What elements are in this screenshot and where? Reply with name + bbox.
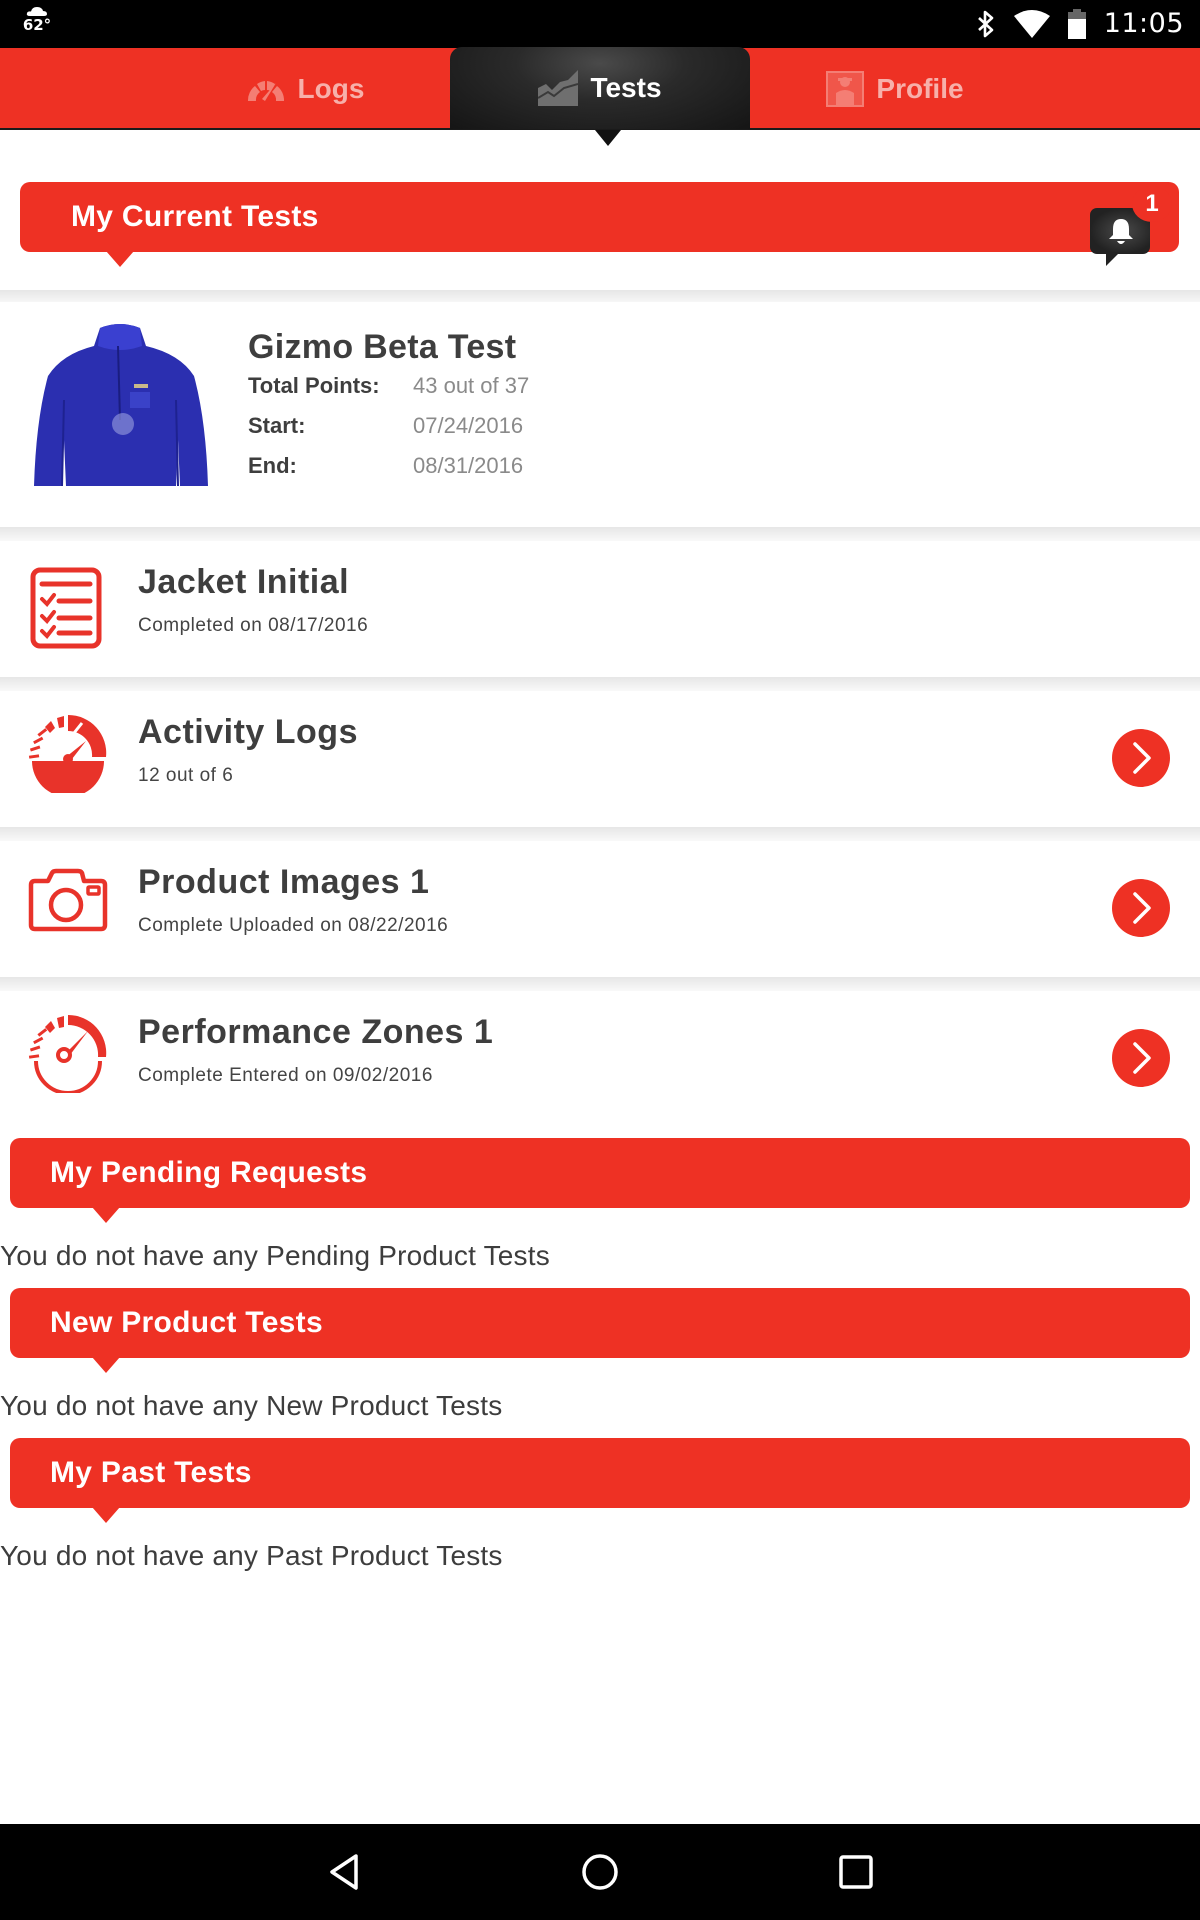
task-subtitle: Completed on 08/17/2016: [138, 615, 369, 636]
performance-zones-open-button[interactable]: [1112, 1029, 1170, 1087]
product-image-jacket: [34, 324, 208, 487]
section-title: My Past Tests: [50, 1456, 252, 1489]
tab-label: Tests: [590, 72, 662, 103]
task-title: Product Images 1: [138, 863, 430, 901]
header-pointer: [92, 1507, 120, 1523]
tab-tests[interactable]: Tests: [450, 47, 750, 129]
speedometer-filled-icon: [28, 714, 107, 793]
end-label: End:: [248, 453, 297, 478]
card-divider: [0, 827, 1200, 841]
start-value: 07/24/2016: [413, 413, 524, 438]
task-row-performance-zones[interactable]: Performance Zones 1 Complete Entered on …: [0, 991, 1200, 1127]
status-bar: 62° 11:05: [0, 0, 1200, 48]
task-title: Jacket Initial: [138, 563, 350, 601]
start-label: Start:: [248, 413, 306, 438]
task-subtitle: 12 out of 6: [138, 765, 234, 786]
total-points-label: Total Points:: [248, 373, 380, 398]
task-row-jacket-initial[interactable]: Jacket Initial Completed on 08/17/2016: [0, 541, 1200, 677]
section-header-current-tests: My Current Tests: [20, 182, 1179, 267]
activity-logs-open-button[interactable]: [1112, 729, 1170, 787]
active-tab-pointer: [595, 130, 621, 146]
bell-icon: [1109, 219, 1133, 244]
section-header-new-product-tests: New Product Tests: [10, 1288, 1190, 1373]
recents-icon[interactable]: [832, 1848, 880, 1896]
tab-logs[interactable]: Logs: [155, 48, 455, 130]
product-images-open-button[interactable]: [1112, 879, 1170, 937]
profile-photo-icon: [826, 71, 865, 107]
area-chart-icon: [538, 70, 579, 106]
tab-profile[interactable]: Profile: [745, 48, 1045, 130]
camera-icon: [28, 868, 108, 932]
chevron-right-icon: [1133, 742, 1151, 774]
home-icon[interactable]: [576, 1848, 624, 1896]
end-value: 08/31/2016: [413, 453, 524, 478]
chevron-right-icon: [1133, 892, 1151, 924]
header-pointer: [106, 251, 134, 267]
total-points-row: Total Points: 43 out of 37: [248, 372, 529, 400]
back-icon[interactable]: [320, 1848, 368, 1896]
notification-badge: 1: [1132, 186, 1172, 222]
weather-widget: 62°: [22, 6, 52, 34]
clock: 11:05: [1103, 8, 1184, 39]
task-subtitle: Complete Entered on 09/02/2016: [138, 1065, 433, 1086]
top-tab-bar: Logs Tests Profile: [0, 47, 1200, 130]
checklist-icon: [30, 567, 102, 649]
battery-icon: [1067, 9, 1086, 39]
section-title: My Pending Requests: [50, 1156, 368, 1189]
temperature: 62°: [22, 16, 52, 34]
header-pointer: [92, 1207, 120, 1223]
task-title: Activity Logs: [138, 713, 358, 751]
cloud-icon: [26, 7, 47, 16]
test-title: Gizmo Beta Test: [248, 328, 517, 366]
bell-bubble-tail: [1106, 252, 1120, 266]
task-row-activity-logs[interactable]: Activity Logs 12 out of 6: [0, 691, 1200, 827]
task-row-product-images[interactable]: Product Images 1 Complete Uploaded on 08…: [0, 841, 1200, 977]
card-divider: [0, 677, 1200, 691]
section-header-past-tests: My Past Tests: [10, 1438, 1190, 1523]
chevron-right-icon: [1133, 1042, 1151, 1074]
past-tests-empty-message: You do not have any Past Product Tests: [0, 1540, 503, 1571]
tab-label: Logs: [297, 73, 365, 104]
test-summary-card[interactable]: Gizmo Beta Test Total Points: 43 out of 3…: [0, 302, 1200, 527]
pending-empty-message: You do not have any Pending Product Test…: [0, 1240, 550, 1271]
wifi-icon: [1013, 10, 1050, 38]
tab-label: Profile: [876, 73, 964, 104]
system-navigation-bar: [0, 1824, 1200, 1920]
total-points-value: 43 out of 37: [413, 373, 530, 398]
section-title: My Current Tests: [71, 200, 319, 233]
speedometer-icon: [247, 81, 284, 101]
section-title: New Product Tests: [50, 1306, 323, 1339]
bluetooth-icon: [977, 10, 993, 38]
task-subtitle: Complete Uploaded on 08/22/2016: [138, 915, 449, 936]
card-divider: [0, 527, 1200, 541]
card-divider: [0, 977, 1200, 991]
section-header-pending-requests: My Pending Requests: [10, 1138, 1190, 1223]
start-date-row: Start: 07/24/2016: [248, 412, 523, 440]
end-date-row: End: 08/31/2016: [248, 452, 523, 480]
header-pointer: [92, 1357, 120, 1373]
task-title: Performance Zones 1: [138, 1013, 494, 1051]
gauge-icon: [28, 1014, 107, 1093]
new-tests-empty-message: You do not have any New Product Tests: [0, 1390, 503, 1421]
